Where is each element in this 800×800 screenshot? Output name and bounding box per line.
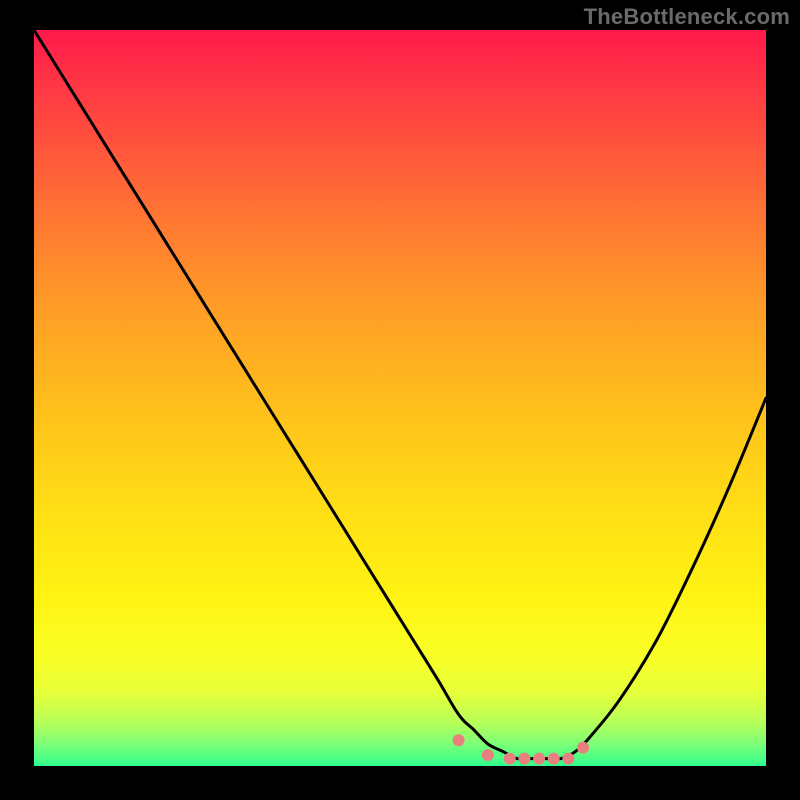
highlight-points-group bbox=[453, 734, 589, 764]
highlight-point bbox=[533, 753, 545, 765]
highlight-point bbox=[518, 753, 530, 765]
highlight-point bbox=[482, 749, 494, 761]
chart-frame: TheBottleneck.com bbox=[0, 0, 800, 800]
bottleneck-curve-path bbox=[34, 30, 766, 759]
watermark-label: TheBottleneck.com bbox=[584, 4, 790, 30]
highlight-point bbox=[548, 753, 560, 765]
highlight-point bbox=[453, 734, 465, 746]
highlight-point bbox=[577, 742, 589, 754]
highlight-point bbox=[504, 753, 516, 765]
plot-area bbox=[34, 30, 766, 766]
curve-svg bbox=[34, 30, 766, 766]
highlight-point bbox=[562, 753, 574, 765]
